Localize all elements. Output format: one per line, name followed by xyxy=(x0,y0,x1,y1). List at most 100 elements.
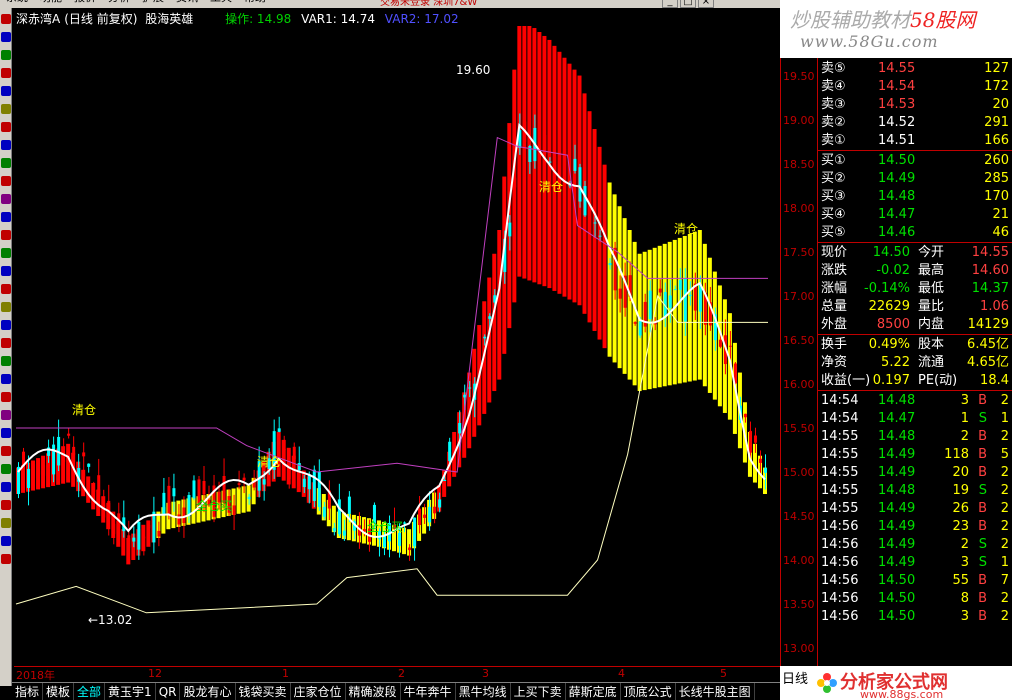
formula-name[interactable]: 股海英雄 xyxy=(145,12,193,26)
toolbar-icon[interactable] xyxy=(1,302,11,312)
toolbar-icon[interactable] xyxy=(1,518,11,528)
indicator-tab[interactable]: 长线牛股主图 xyxy=(676,683,755,700)
tick-volume: 3 xyxy=(960,393,969,408)
tick-count: 1 xyxy=(1000,555,1009,570)
toolbar-icon[interactable] xyxy=(1,50,11,60)
toolbar-icon[interactable] xyxy=(1,104,11,114)
candle-body xyxy=(408,547,412,551)
candle-body xyxy=(302,478,306,488)
toolbar-icon[interactable] xyxy=(1,554,11,564)
candle-body xyxy=(242,477,246,481)
indicator-tab[interactable]: 牛年奔牛 xyxy=(401,683,456,700)
toolbar-icon[interactable] xyxy=(1,482,11,492)
indicator-band-bar xyxy=(617,206,622,369)
tick-count: 2 xyxy=(1000,591,1009,606)
tick-side: B xyxy=(978,447,987,462)
tick-volume: 26 xyxy=(952,501,969,516)
candle-body xyxy=(648,290,652,320)
toolbar-icon[interactable] xyxy=(1,338,11,348)
candle-body xyxy=(282,449,286,451)
tick-time: 14:55 xyxy=(821,429,859,444)
indicator-tab[interactable]: 钱袋买卖 xyxy=(236,683,291,700)
toolbar-icon[interactable] xyxy=(1,122,11,132)
stock-name[interactable]: 深赤湾A xyxy=(16,12,60,26)
tick-volume: 20 xyxy=(952,465,969,480)
tick-price: 14.50 xyxy=(878,573,916,588)
price-tick: 14.50 xyxy=(783,510,815,523)
toolbar-icon[interactable] xyxy=(1,446,11,456)
bid-label: 买③ xyxy=(821,189,846,204)
close-icon[interactable]: × xyxy=(698,0,714,8)
candle-body xyxy=(678,280,682,290)
indicator-tab[interactable]: 顶底公式 xyxy=(621,683,676,700)
toolbar-icon[interactable] xyxy=(1,284,11,294)
indicator-tab[interactable]: 股龙有心 xyxy=(180,683,236,700)
indicator-tab[interactable]: 黄玉宇1 xyxy=(105,683,156,700)
tick-count: 2 xyxy=(1000,393,1009,408)
toolbar-icon[interactable] xyxy=(1,14,11,24)
chart-canvas[interactable]: 19.60←13.02清仓清仓清仓清仓全仓买全仓买 xyxy=(14,26,782,666)
restore-icon[interactable]: □ xyxy=(680,0,696,8)
period-switch[interactable]: 日线 xyxy=(782,668,808,687)
tick-side: B xyxy=(978,519,987,534)
toolbar-icon[interactable] xyxy=(1,68,11,78)
toolbar-icon[interactable] xyxy=(1,500,11,510)
indicator-tab[interactable]: 庄家仓位 xyxy=(291,683,346,700)
candle-body xyxy=(32,464,36,479)
indicator-tab[interactable]: 上买下卖 xyxy=(511,683,566,700)
indicator-tab[interactable]: 模板 xyxy=(43,683,75,700)
toolbar-icon[interactable] xyxy=(1,536,11,546)
tick-row: 14:55 14.48 19 S 2 xyxy=(818,482,1012,500)
minimize-icon[interactable]: _ xyxy=(662,0,678,8)
tick-count: 2 xyxy=(1000,537,1009,552)
tick-price: 14.49 xyxy=(878,537,916,552)
toolbar-icon[interactable] xyxy=(1,392,11,402)
tick-price: 14.49 xyxy=(878,465,916,480)
stat-label: 涨幅 xyxy=(821,281,848,296)
toolbar-icon[interactable] xyxy=(1,248,11,258)
toolbar-icon[interactable] xyxy=(1,212,11,222)
indicator-tab[interactable]: 薛斯定底 xyxy=(566,683,621,700)
toolbar-icon[interactable] xyxy=(1,230,11,240)
toolbar-icon[interactable] xyxy=(1,410,11,420)
tick-price: 14.47 xyxy=(878,411,916,426)
toolbar-icon[interactable] xyxy=(1,158,11,168)
tick-row: 14:56 14.49 3 S 1 xyxy=(818,554,1012,572)
candle-body xyxy=(728,345,732,347)
tick-row: 14:56 14.50 55 B 7 xyxy=(818,572,1012,590)
candle-body xyxy=(688,294,692,296)
toolbar-icon[interactable] xyxy=(1,176,11,186)
candle-body xyxy=(553,156,557,171)
candle-body xyxy=(337,499,341,535)
ask-volume: 291 xyxy=(984,115,1009,130)
toolbar-icon[interactable] xyxy=(1,356,11,366)
indicator-tab[interactable]: 精确波段 xyxy=(346,683,401,700)
tick-time: 14:56 xyxy=(821,573,859,588)
sell-signal-label: 清仓 xyxy=(72,403,96,417)
toolbar-icon[interactable] xyxy=(1,374,11,384)
stat-label: 最高 xyxy=(918,263,945,278)
candle-body xyxy=(157,530,161,537)
toolbar-icon[interactable] xyxy=(1,140,11,150)
toolbar-icon[interactable] xyxy=(1,266,11,276)
price-chart[interactable]: 19.60 ←13.02 清仓 清仓 清仓 清仓 全仓买 全仓买 xyxy=(14,26,782,666)
toolbar-icon[interactable] xyxy=(1,320,11,330)
ask-price: 14.53 xyxy=(878,97,916,112)
tick-row: 14:55 14.49 26 B 2 xyxy=(818,500,1012,518)
toolbar-icon[interactable] xyxy=(1,428,11,438)
stat-value: 0.49% xyxy=(868,337,910,352)
toolbar-icon[interactable] xyxy=(1,86,11,96)
logo-url: www.58Gu.com xyxy=(800,32,939,51)
indicator-tab[interactable]: 黑牛均线 xyxy=(456,683,511,700)
stat-label: 现价 xyxy=(821,245,848,260)
candle-body xyxy=(317,471,321,508)
toolbar-icon[interactable] xyxy=(1,32,11,42)
indicator-tab[interactable]: 指标 xyxy=(12,683,44,700)
tick-volume: 118 xyxy=(944,447,969,462)
toolbar-icon[interactable] xyxy=(1,464,11,474)
indicator-tab[interactable]: 全部 xyxy=(74,683,106,700)
toolbar-icon[interactable] xyxy=(1,194,11,204)
stat-value: 1.06 xyxy=(980,299,1009,314)
candle-body xyxy=(423,514,427,518)
indicator-tab[interactable]: QR xyxy=(156,683,181,700)
